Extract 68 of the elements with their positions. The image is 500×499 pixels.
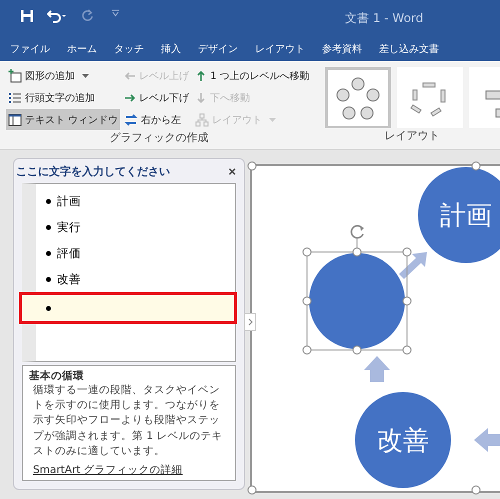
circle-shape[interactable]: 計画 [418,167,500,263]
ribbon-button[interactable]: 行頭文字の追加 [6,87,120,108]
bullet-icon [46,198,51,204]
ribbon-tab[interactable]: ファイル [10,42,50,56]
bullet-icon [46,276,51,282]
up-arrow-icon [195,70,208,82]
ribbon-tab[interactable]: レイアウト [255,42,305,56]
ribbon-button[interactable]: 右から左 [122,109,192,130]
bullet-item[interactable]: 実行 [36,214,235,240]
rotate-handle[interactable] [350,225,364,239]
ribbon-button[interactable]: 図形の追加 [6,65,120,86]
resize-handle[interactable] [352,248,362,256]
resize-handle[interactable] [402,248,412,256]
resize-handle[interactable] [402,346,412,354]
ribbon-tab[interactable]: デザイン [198,42,238,56]
resize-handle[interactable] [302,346,312,354]
window-title: 文書 1 - Word [345,10,424,27]
left-arrow-icon [124,70,136,82]
ribbon-tab[interactable]: 差し込み文書 [379,42,439,56]
resize-handle[interactable] [248,486,256,494]
ribbon-button[interactable]: テキスト ウィンドウ [6,109,120,130]
customize-icon[interactable] [111,9,120,17]
close-button[interactable]: × [228,164,236,179]
hierarchy-icon [195,112,210,126]
bullet-list-icon [8,90,22,104]
swap-icon [124,112,138,126]
resize-handle[interactable] [472,486,480,494]
expand-tab[interactable] [244,313,256,331]
chevron-icon [248,318,252,326]
right-arrow-icon [124,92,136,104]
text-pane-icon [8,112,22,126]
caret-icon [269,118,276,122]
arrow-icon [399,252,427,279]
bullet-icon [46,306,51,311]
bullet-item[interactable] [22,295,234,322]
layout-thumbnail[interactable] [324,67,391,128]
ribbon-tab[interactable]: タッチ [114,42,144,56]
bullet-icon [46,250,51,256]
ribbon-button[interactable]: レベル下げ [122,87,192,108]
resize-handle[interactable] [352,346,362,354]
info-text: 循環する一連の段階、タスクやイベントを示すのに使用します。つながりを示す矢印やフローよりも段階やステップが強調されます。第 1 レベルのテキストのみに適しています。 [32,382,224,459]
caret-icon [82,74,89,78]
resize-handle[interactable] [302,248,312,256]
add-shape-icon [8,68,22,82]
bullet-item[interactable]: 評価 [36,240,235,266]
bullet-icon [46,224,51,230]
info-title: 基本の循環 [29,368,85,383]
group-caption: レイアウト [384,128,440,143]
ribbon-tab[interactable]: 参考資料 [322,42,362,56]
info-link[interactable]: SmartArt グラフィックの詳細 [29,463,229,477]
resize-handle[interactable] [402,296,412,306]
resize-handle[interactable] [472,162,480,170]
pane-title: ここに文字を入力してください [16,164,170,179]
bullet-item[interactable]: 改善 [36,266,235,292]
arrow-icon [474,428,500,452]
ribbon-tab[interactable]: ホーム [67,42,97,56]
resize-handle[interactable] [248,162,256,170]
ribbon-tab[interactable]: 挿入 [161,42,181,56]
ribbon-button[interactable]: 1 つ上のレベルへ移動 [193,65,312,86]
down-arrow-icon [195,92,208,104]
group-caption: グラフィックの作成 [109,130,208,145]
layout-thumbnail[interactable] [396,67,463,128]
undo-icon[interactable] [47,9,67,23]
redo-icon[interactable] [81,9,94,22]
bullet-item[interactable]: 計画 [36,188,235,214]
arrow-icon [364,356,390,382]
circle-shape[interactable]: 改善 [355,392,451,488]
resize-handle[interactable] [302,296,312,306]
